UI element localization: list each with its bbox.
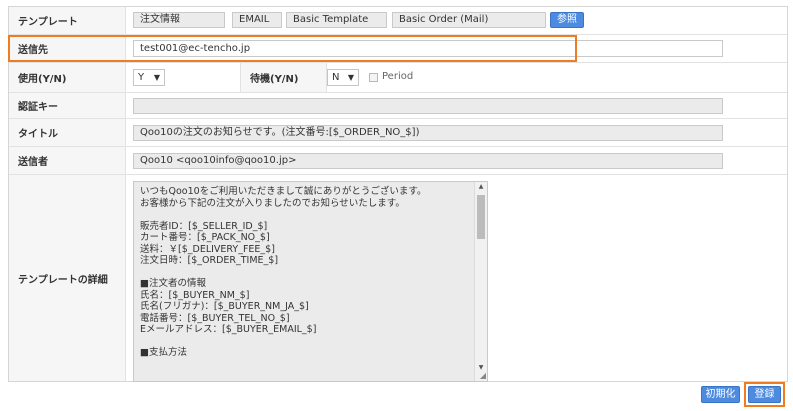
title-label: タイトル xyxy=(9,119,126,146)
template-type-field: EMAIL xyxy=(232,12,282,28)
register-button[interactable]: 登録 xyxy=(748,386,781,403)
template-detail-textarea[interactable]: いつもQoo10をご利用いただきまして誠にありがとうございます。 お客様から下記の… xyxy=(133,181,488,382)
reset-button[interactable]: 初期化 xyxy=(701,386,740,403)
template-detail-line: 販売者ID：[$_SELLER_ID_$] xyxy=(140,220,268,232)
scrollbar-thumb[interactable] xyxy=(477,195,485,239)
template-detail-line: ■注文者の情報 xyxy=(140,278,206,289)
sender-field: Qoo10 <qoo10info@qoo10.jp> xyxy=(133,153,723,169)
standby-select-value: N xyxy=(332,72,340,83)
auth-key-field xyxy=(133,98,723,114)
template-detail-label: テンプレートの詳細 xyxy=(9,175,126,381)
template-group-field: Basic Template xyxy=(286,12,387,28)
use-select-value: Y xyxy=(138,72,145,83)
title-row: タイトル Qoo10の注文のお知らせです。(注文番号:[$_ORDER_NO_$… xyxy=(9,119,787,147)
template-detail-line: いつもQoo10をご利用いただきまして誠にありがとうございます。 xyxy=(140,186,427,197)
title-field: Qoo10の注文のお知らせです。(注文番号:[$_ORDER_NO_$]) xyxy=(133,125,723,141)
scroll-up-icon[interactable]: ▲ xyxy=(475,182,487,192)
use-label: 使用(Y/N) xyxy=(9,63,126,92)
template-detail-line: 注文日時：[$_ORDER_TIME_$] xyxy=(140,255,279,266)
template-name-field: Basic Order (Mail) xyxy=(392,12,546,28)
standby-label: 待機(Y/N) xyxy=(240,63,327,92)
template-detail-line: カート番号：[$_PACK_NO_$] xyxy=(140,232,270,243)
resize-grip-icon[interactable]: ◢ xyxy=(480,371,486,380)
reference-button[interactable]: 参照 xyxy=(550,12,584,28)
template-label: テンプレート xyxy=(9,7,126,34)
template-detail-line xyxy=(140,336,471,348)
textarea-scrollbar[interactable]: ▲ ▼ xyxy=(474,182,487,381)
template-detail-line: ■支払方法 xyxy=(140,347,187,358)
template-detail-text: いつもQoo10をご利用いただきまして誠にありがとうございます。 お客様から下記の… xyxy=(140,186,471,359)
template-detail-line: 氏名(フリガナ)：[$_BUYER_NM_JA_$] xyxy=(140,301,309,312)
recipient-highlight xyxy=(8,35,577,62)
template-category-field: 注文情報 xyxy=(133,12,225,28)
template-detail-line xyxy=(140,267,471,279)
use-select[interactable]: Y ▼ xyxy=(133,69,165,86)
template-detail-line: 電話番号：[$_BUYER_TEL_NO_$] xyxy=(140,312,290,324)
template-row: テンプレート 注文情報 EMAIL Basic Template Basic O… xyxy=(9,7,787,35)
template-detail-line xyxy=(140,209,471,221)
auth-key-label: 認証キー xyxy=(9,93,126,118)
template-detail-line: Eメールアドレス：[$_BUYER_EMAIL_$] xyxy=(140,324,317,335)
auth-key-row: 認証キー xyxy=(9,93,787,119)
standby-select[interactable]: N ▼ xyxy=(327,69,359,86)
sender-row: 送信者 Qoo10 <qoo10info@qoo10.jp> xyxy=(9,147,787,175)
period-checkbox[interactable] xyxy=(369,73,378,82)
template-detail-line: 氏名：[$_BUYER_NM_$] xyxy=(140,289,250,301)
usage-row: 使用(Y/N) Y ▼ 待機(Y/N) N ▼ Period xyxy=(9,63,787,93)
sender-label: 送信者 xyxy=(9,147,126,174)
chevron-down-icon: ▼ xyxy=(153,73,160,82)
template-detail-line: お客様から下記の注文が入りましたのでお知らせいたします。 xyxy=(140,197,405,209)
period-label: Period xyxy=(382,71,414,82)
template-detail-line: 送料：￥[$_DELIVERY_FEE_$] xyxy=(140,243,275,255)
template-form: テンプレート 注文情報 EMAIL Basic Template Basic O… xyxy=(8,6,788,382)
chevron-down-icon: ▼ xyxy=(347,73,354,82)
